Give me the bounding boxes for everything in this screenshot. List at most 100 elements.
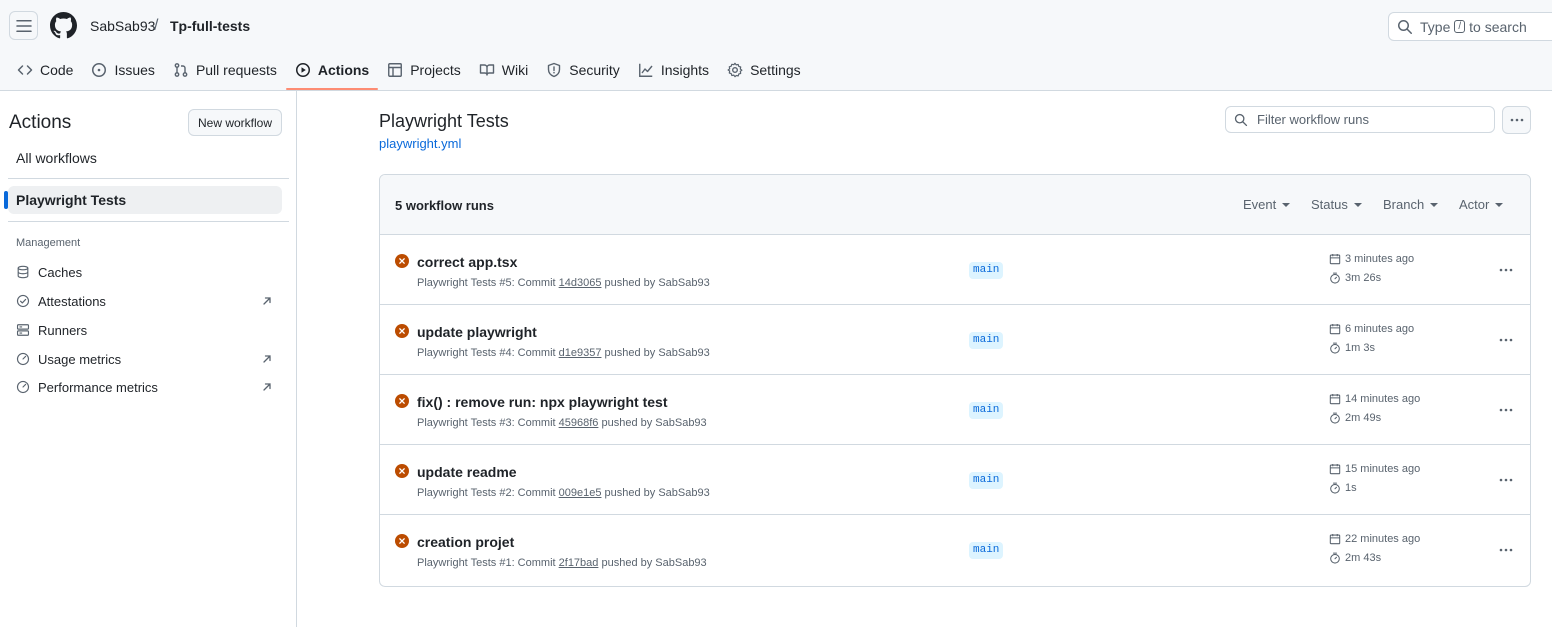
sidebar-item-performance-metrics[interactable]: Performance metrics (16, 376, 274, 398)
meter-icon (16, 380, 30, 394)
breadcrumb-separator: / (154, 17, 159, 34)
external-link-icon (263, 297, 271, 305)
workflow-run-row[interactable]: creation projet Playwright Tests #1: Com… (380, 515, 1530, 585)
run-meta: Playwright Tests #1: Commit 2f17bad push… (417, 557, 707, 569)
run-meta: Playwright Tests #5: Commit 14d3065 push… (417, 277, 710, 289)
branch-label[interactable]: main (969, 332, 1004, 349)
new-workflow-button[interactable]: New workflow (188, 109, 282, 136)
workflow-file-link[interactable]: playwright.yml (379, 136, 461, 151)
hamburger-menu-button[interactable] (9, 11, 38, 40)
branch-label[interactable]: main (969, 402, 1004, 419)
run-meta-suffix: pushed by SabSab93 (601, 557, 707, 569)
play-icon (295, 63, 310, 77)
commit-sha-link[interactable]: 14d3065 (559, 277, 602, 289)
branch-label[interactable]: main (969, 262, 1004, 279)
status-filter-dropdown[interactable]: Status (1311, 197, 1362, 212)
filter-label: Branch (1383, 197, 1425, 212)
filter-label: Event (1243, 197, 1277, 212)
x-circle-fill-icon (395, 254, 409, 268)
workflow-run-row[interactable]: fix() : remove run: npx playwright test … (380, 375, 1530, 445)
selected-indicator (4, 191, 8, 209)
workflow-run-row[interactable]: update playwright Playwright Tests #4: C… (380, 305, 1530, 375)
sidebar-item-runners[interactable]: Runners (16, 319, 274, 341)
event-filter-dropdown[interactable]: Event (1243, 197, 1291, 212)
code-icon (17, 65, 33, 75)
tab-actions[interactable]: Actions (285, 51, 379, 90)
run-duration-text: 2m 43s (1345, 552, 1382, 564)
sidebar-item-attestations[interactable]: Attestations (16, 290, 274, 312)
commit-sha-link[interactable]: d1e9357 (559, 347, 602, 359)
tab-insights[interactable]: Insights (629, 51, 718, 89)
server-icon (16, 324, 30, 336)
sidebar-item-usage-metrics[interactable]: Usage metrics (16, 348, 274, 370)
sidebar-item-playwright-tests[interactable]: Playwright Tests (4, 186, 282, 214)
issue-opened-icon (92, 63, 107, 77)
tab-issues[interactable]: Issues (82, 51, 163, 89)
run-more-button[interactable] (1496, 330, 1516, 350)
run-duration: 1m 3s (1329, 342, 1375, 354)
tab-projects[interactable]: Projects (378, 51, 470, 89)
run-more-button[interactable] (1496, 470, 1516, 490)
repo-tabs: Code Issues Pull requests Actions Projec… (8, 51, 810, 91)
github-logo-icon[interactable] (50, 12, 77, 39)
branch-label[interactable]: main (969, 542, 1004, 559)
run-timestamp: 3 minutes ago (1329, 253, 1414, 265)
tab-label: Issues (114, 62, 155, 78)
tab-code[interactable]: Code (8, 51, 82, 89)
actor-filter-dropdown[interactable]: Actor (1459, 197, 1504, 212)
branch-label[interactable]: main (969, 472, 1004, 489)
workflow-run-row[interactable]: correct app.tsx Playwright Tests #5: Com… (380, 235, 1530, 305)
global-search-input[interactable]: Type / to search (1388, 12, 1552, 41)
commit-sha-link[interactable]: 2f17bad (559, 557, 599, 569)
divider (8, 221, 289, 222)
run-title-link[interactable]: creation projet (417, 534, 514, 550)
run-duration-text: 1s (1345, 482, 1357, 494)
branch-filter-dropdown[interactable]: Branch (1383, 197, 1439, 212)
run-title-link[interactable]: fix() : remove run: npx playwright test (417, 394, 667, 410)
repo-owner-link[interactable]: SabSab93 (90, 18, 155, 34)
filter-label: Status (1311, 197, 1348, 212)
kebab-horizontal-icon (1499, 338, 1513, 342)
tab-settings[interactable]: Settings (718, 51, 810, 89)
calendar-icon (1329, 323, 1341, 335)
x-circle-fill-icon (395, 324, 409, 338)
runs-count: 5 workflow runs (395, 198, 494, 213)
run-title-link[interactable]: correct app.tsx (417, 254, 517, 270)
sidebar-item-all-workflows[interactable]: All workflows (16, 150, 97, 166)
calendar-icon (1329, 393, 1341, 405)
tab-wiki[interactable]: Wiki (470, 51, 537, 89)
run-time-text: 14 minutes ago (1345, 393, 1421, 405)
tab-pull-requests[interactable]: Pull requests (164, 51, 286, 89)
sidebar-item-caches[interactable]: Caches (16, 261, 274, 283)
sidebar-item-label: Performance metrics (38, 379, 158, 395)
run-title-link[interactable]: update playwright (417, 324, 537, 340)
repo-name-link[interactable]: Tp-full-tests (170, 18, 250, 34)
app-header: SabSab93 / Tp-full-tests Type / to searc… (0, 0, 1552, 91)
triangle-down-icon (1282, 202, 1291, 207)
run-title-link[interactable]: update readme (417, 464, 517, 480)
run-meta-suffix: pushed by SabSab93 (604, 277, 710, 289)
stopwatch-icon (1330, 552, 1340, 564)
run-timestamp: 22 minutes ago (1329, 533, 1420, 545)
run-meta: Playwright Tests #4: Commit d1e9357 push… (417, 347, 710, 359)
tab-security[interactable]: Security (537, 51, 629, 89)
hamburger-icon (15, 19, 32, 32)
search-icon (1398, 19, 1412, 34)
run-meta-prefix: Playwright Tests #3: Commit (417, 417, 556, 429)
run-more-button[interactable] (1496, 260, 1516, 280)
run-meta-prefix: Playwright Tests #4: Commit (417, 347, 556, 359)
kebab-horizontal-icon (1499, 548, 1513, 552)
meter-icon (16, 352, 30, 366)
commit-sha-link[interactable]: 45968f6 (559, 417, 599, 429)
stopwatch-icon (1330, 342, 1340, 354)
kebab-horizontal-icon (1499, 268, 1513, 272)
filter-workflow-runs-input[interactable]: Filter workflow runs (1225, 106, 1495, 133)
run-more-button[interactable] (1496, 400, 1516, 420)
workflow-more-button[interactable] (1502, 106, 1531, 134)
workflow-run-row[interactable]: update readme Playwright Tests #2: Commi… (380, 445, 1530, 515)
commit-sha-link[interactable]: 009e1e5 (559, 487, 602, 499)
external-link-icon (263, 383, 271, 391)
sidebar-item-label: Attestations (38, 293, 106, 309)
run-more-button[interactable] (1496, 540, 1516, 560)
kebab-horizontal-icon (1510, 118, 1523, 122)
